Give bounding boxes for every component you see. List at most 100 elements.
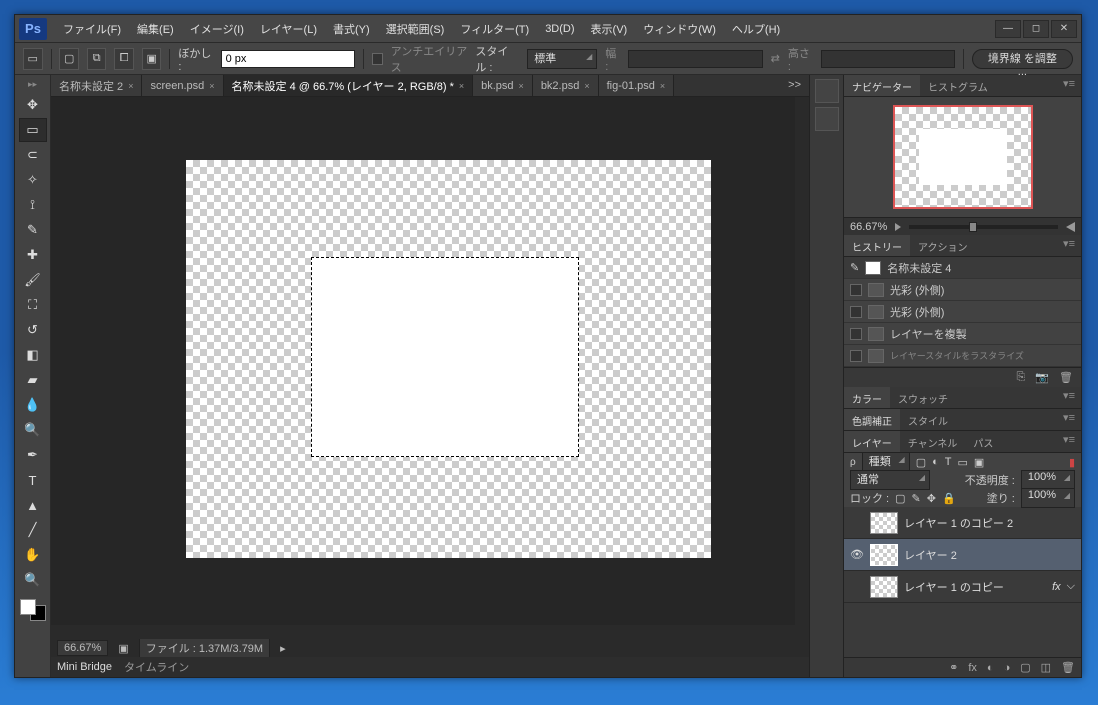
histogram-tab[interactable]: ヒストグラム [920, 75, 996, 96]
panel-menu-icon[interactable]: ▾≡ [1057, 75, 1081, 96]
nav-zoom-value[interactable]: 66.67% [850, 221, 887, 233]
history-brush-tool[interactable]: ↺ [19, 318, 47, 342]
new-layer-icon[interactable]: ◫ [1041, 661, 1051, 674]
fx-icon[interactable]: fx [968, 662, 977, 674]
close-icon[interactable]: × [519, 81, 524, 91]
zoom-tool[interactable]: 🔍 [19, 568, 47, 592]
marquee-tool[interactable]: ▭ [19, 118, 47, 142]
color-tab[interactable]: カラー [844, 387, 890, 408]
healing-tool[interactable]: ✚ [19, 243, 47, 267]
menu-filter[interactable]: フィルター(T) [452, 17, 537, 41]
close-icon[interactable]: × [459, 81, 464, 91]
navigator-preview[interactable] [893, 105, 1033, 209]
menu-help[interactable]: ヘルプ(H) [724, 17, 788, 41]
fx-badge[interactable]: fx [1052, 581, 1061, 593]
chevron-icon[interactable]: ⌵ [1067, 580, 1075, 593]
close-icon[interactable]: × [660, 81, 665, 91]
close-icon[interactable]: × [209, 81, 214, 91]
lock-all-icon[interactable]: 🔒 [942, 492, 956, 505]
trash-icon[interactable]: 🗑 [1061, 661, 1075, 674]
tab-doc-4[interactable]: bk.psd× [473, 75, 533, 96]
panel-menu-icon[interactable]: ▾≡ [1057, 235, 1081, 256]
pen-tool[interactable]: ✒ [19, 443, 47, 467]
tab-doc-5[interactable]: bk2.psd× [533, 75, 599, 96]
window-minimize[interactable]: — [995, 20, 1021, 38]
zoom-slider[interactable] [909, 225, 1058, 229]
panel-icon-2[interactable] [815, 107, 839, 131]
lock-move-icon[interactable]: ✥ [927, 492, 936, 505]
lock-position-icon[interactable]: ✎ [912, 492, 921, 505]
paths-tab[interactable]: パス [965, 431, 1001, 452]
selection-intersect-icon[interactable]: ▣ [142, 48, 162, 70]
menu-edit[interactable]: 編集(E) [129, 17, 182, 41]
file-info[interactable]: ファイル : 1.37M/3.79M [139, 638, 270, 658]
menu-view[interactable]: 表示(V) [583, 17, 636, 41]
visibility-icon[interactable]: 👁 [850, 548, 864, 561]
brush-tool[interactable]: 🖌 [19, 268, 47, 292]
canvas[interactable] [51, 97, 809, 639]
tabs-overflow[interactable]: >> [780, 75, 809, 96]
app-logo[interactable]: Ps [19, 18, 47, 40]
timeline-tab[interactable]: タイムライン [124, 659, 189, 675]
panel-menu-icon[interactable]: ▾≡ [1057, 387, 1081, 408]
menu-layer[interactable]: レイヤー(L) [252, 17, 325, 41]
stamp-tool[interactable]: ⛶ [19, 293, 47, 317]
filter-adjust-icon[interactable]: ◐ [932, 456, 939, 468]
width-input[interactable] [628, 50, 762, 68]
placeholder-icon[interactable]: ▣ [118, 642, 128, 655]
filter-smart-icon[interactable]: ▣ [974, 456, 984, 469]
refine-edge-button[interactable]: 境界線 を調整 ... [972, 49, 1073, 69]
scrollbar-vertical[interactable] [795, 97, 809, 639]
selection-new-icon[interactable]: ▢ [59, 48, 79, 70]
window-maximize[interactable]: ◻ [1023, 20, 1049, 38]
hand-tool[interactable]: ✋ [19, 543, 47, 567]
zoom-field[interactable]: 66.67% [57, 640, 108, 656]
opacity-input[interactable]: 100% [1021, 470, 1075, 490]
dodge-tool[interactable]: 🔍 [19, 418, 47, 442]
crop-tool[interactable]: ⟟ [19, 193, 47, 217]
camera-icon[interactable]: 📷 [1035, 371, 1049, 384]
menu-3d[interactable]: 3D(D) [537, 19, 582, 39]
antialias-checkbox[interactable] [372, 53, 383, 65]
tab-doc-3[interactable]: 名称未設定 4 @ 66.7% (レイヤー 2, RGB/8) *× [224, 75, 474, 96]
adjustments-tab[interactable]: 色調補正 [844, 409, 900, 430]
layer-item[interactable]: レイヤー 1 のコピー 2 [844, 507, 1081, 539]
gradient-tool[interactable]: ▰ [19, 368, 47, 392]
history-item[interactable]: レイヤースタイルをラスタライズ [844, 345, 1081, 367]
actions-tab[interactable]: アクション [910, 235, 976, 256]
filter-pixel-icon[interactable]: ▢ [916, 456, 926, 469]
zoom-in-icon[interactable] [1066, 222, 1075, 232]
layer-filter-kind[interactable]: 種類 [862, 452, 910, 472]
layer-item[interactable]: レイヤー 1 のコピーfx⌵ [844, 571, 1081, 603]
history-item[interactable]: 光彩 (外側) [844, 279, 1081, 301]
channels-tab[interactable]: チャンネル [900, 431, 966, 452]
move-tool[interactable]: ✥ [19, 93, 47, 117]
close-icon[interactable]: × [128, 81, 133, 91]
menu-window[interactable]: ウィンドウ(W) [635, 17, 724, 41]
filter-toggle[interactable]: ▮ [1069, 456, 1075, 469]
height-input[interactable] [821, 50, 955, 68]
tab-doc-2[interactable]: screen.psd× [142, 75, 223, 96]
layers-tab[interactable]: レイヤー [844, 431, 900, 452]
blend-mode-select[interactable]: 通常 [850, 470, 930, 490]
close-icon[interactable]: × [584, 81, 589, 91]
path-select-tool[interactable]: ▲ [19, 493, 47, 517]
filter-shape-icon[interactable]: ▭ [958, 456, 968, 469]
marquee-tool-dropdown-icon[interactable]: ▭ [23, 48, 43, 70]
selection-add-icon[interactable]: ⧉ [87, 48, 107, 70]
magic-wand-tool[interactable]: ✧ [19, 168, 47, 192]
line-tool[interactable]: ╱ [19, 518, 47, 542]
fg-bg-colors[interactable] [18, 597, 48, 623]
group-icon[interactable]: ▢ [1020, 661, 1030, 674]
history-item[interactable]: レイヤーを複製 [844, 323, 1081, 345]
fill-input[interactable]: 100% [1021, 488, 1075, 508]
link-icon[interactable]: ⚭ [949, 661, 958, 674]
adjustment-icon[interactable]: ◑ [1004, 662, 1011, 674]
tool-collapse-icon[interactable]: ▸▸ [28, 79, 37, 90]
blur-tool[interactable]: 💧 [19, 393, 47, 417]
feather-input[interactable] [221, 50, 355, 68]
arrow-right-icon[interactable]: ▸ [280, 642, 286, 655]
swap-wh-icon[interactable]: ⇄ [771, 52, 780, 65]
trash-icon[interactable]: 🗑 [1059, 371, 1073, 384]
eraser-tool[interactable]: ◧ [19, 343, 47, 367]
